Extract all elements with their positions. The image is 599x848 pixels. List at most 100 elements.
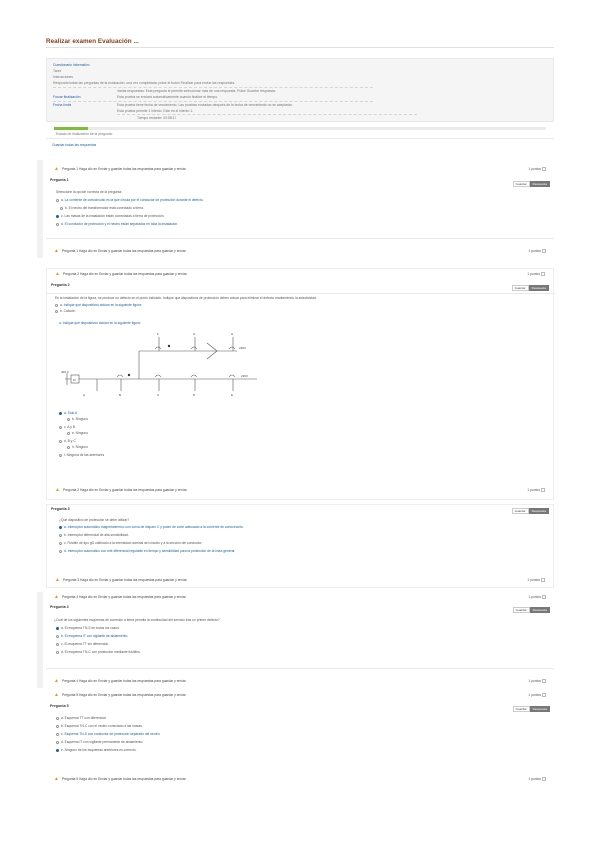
question-gutter xyxy=(37,160,43,258)
radio-button[interactable] xyxy=(59,453,62,457)
radio-button[interactable] xyxy=(67,445,70,449)
radio-button[interactable] xyxy=(59,541,62,545)
answer-option[interactable]: c. El esquema TT sin diferencial. xyxy=(56,642,109,646)
answer-status-button[interactable]: Respuesta xyxy=(528,508,549,514)
answer-option[interactable]: d. Esquema IT con vigilante permanente d… xyxy=(56,740,143,744)
radio-button[interactable] xyxy=(67,431,70,435)
option-label: i. Ninguna de las anteriores xyxy=(64,453,105,457)
answer-status-button[interactable]: Respuesta xyxy=(529,706,550,712)
progress-divider xyxy=(46,138,554,139)
answer-option[interactable]: a. Interruptor automático magnetotérmico… xyxy=(59,525,244,529)
answer-option[interactable]: h. Ninguno xyxy=(67,445,88,449)
answer-option[interactable]: c. Las masas de la instalación están con… xyxy=(56,214,165,218)
radio-button[interactable] xyxy=(56,198,59,202)
radio-button[interactable] xyxy=(56,748,59,752)
points-text: 1 puntos xyxy=(527,578,540,582)
radio-button[interactable] xyxy=(59,411,62,415)
question-divider xyxy=(46,668,554,669)
sub-label: b. Calcule: xyxy=(60,309,76,313)
question-footer: ▲ Pregunta 3 Haga clic en Enviar y guard… xyxy=(51,577,549,585)
save-answer-button[interactable]: Guardar xyxy=(512,607,530,613)
radio-button[interactable] xyxy=(56,642,59,646)
radio-button[interactable] xyxy=(59,439,62,443)
page-box-icon xyxy=(541,488,545,493)
radio-button[interactable] xyxy=(56,732,59,736)
radio-button[interactable] xyxy=(56,626,59,630)
question-footer-text: Pregunta 1 Haga clic en Enviar y guardar… xyxy=(62,249,187,253)
question-footer-text: Pregunta 2 Haga clic en Enviar y guardar… xyxy=(63,488,188,492)
option-label: d. Esquema IT con vigilante permanente d… xyxy=(61,740,144,744)
radio-button[interactable] xyxy=(56,634,59,638)
option-label: c. El esquema TT sin diferencial. xyxy=(61,642,109,646)
answer-option[interactable]: b. El neutro del transformador está cone… xyxy=(60,206,144,210)
circuit-diagram: 400 V 230V 230V A B C D E F G H M xyxy=(61,332,257,397)
question-footer: ▲ Pregunta 2 Haga clic en Enviar y guard… xyxy=(51,487,549,495)
answer-option[interactable]: c. Fusible de tipo gG calibrado a la int… xyxy=(59,541,202,545)
info-task: Tarea xyxy=(53,69,62,73)
answer-option[interactable]: c. Esquema TN-S con conductor de protecc… xyxy=(56,732,160,736)
radio-button[interactable] xyxy=(56,716,59,720)
info-timer: Tiempo restante: 00:58:17 xyxy=(137,116,177,120)
radio-button[interactable] xyxy=(60,206,63,210)
save-answer-button[interactable]: Guardar xyxy=(512,706,530,712)
question-points: 1 puntos xyxy=(528,595,546,600)
question-header: ▲ Pregunta 1 Haga clic en Enviar y guard… xyxy=(50,166,550,174)
answer-option[interactable]: b. El esquema IT con vigilante de aislam… xyxy=(56,634,128,638)
answer-option[interactable]: e. Ninguno xyxy=(67,431,88,435)
question-prompt: Seleccione la opción correcta de la preg… xyxy=(56,190,122,194)
option-label: d. B y C xyxy=(64,439,76,443)
info-divider xyxy=(117,114,417,115)
answer-status-button[interactable]: Respuesta xyxy=(529,607,550,613)
radio-button[interactable] xyxy=(56,650,59,654)
answer-option[interactable]: b. Interruptor diferencial de alta sensi… xyxy=(59,533,129,537)
question-points: 1 puntos xyxy=(528,679,546,684)
question-buttons: Guardar Respuesta xyxy=(512,181,550,187)
radio-button[interactable] xyxy=(56,222,59,226)
radio-button[interactable] xyxy=(59,533,62,537)
option-label: a. La corriente de cortocircuito es la q… xyxy=(61,198,204,202)
radio-button[interactable] xyxy=(55,303,58,307)
answer-option[interactable]: b. Ninguno xyxy=(67,417,88,421)
warning-icon: ▲ xyxy=(54,594,59,600)
option-label: b. Interruptor diferencial de alta sensi… xyxy=(64,533,129,537)
page-box-icon xyxy=(542,693,546,698)
option-label: b. Esquema TN-C con el neutro conectado … xyxy=(61,724,143,728)
radio-button[interactable] xyxy=(56,740,59,744)
radio-button[interactable] xyxy=(56,724,59,728)
page-box-icon xyxy=(541,578,545,583)
answer-option[interactable]: a. El esquema TN-S en todos los casos. xyxy=(56,626,120,630)
answer-option[interactable]: d. El esquema TN-C con protección median… xyxy=(56,650,141,654)
info-due-text: Esta prueba tiene fecha de vencimiento. … xyxy=(117,103,293,107)
answer-option[interactable]: d. Interruptor automático con relé difer… xyxy=(59,549,235,553)
answer-option[interactable]: e. Ninguno de los esquemas anteriores es… xyxy=(56,748,137,752)
radio-button[interactable] xyxy=(59,425,62,429)
page-box-icon xyxy=(541,272,545,277)
question-label: Pregunta 4 xyxy=(50,605,69,609)
save-all-link[interactable]: Guardar todas las respuestas xyxy=(52,143,96,147)
radio-button[interactable] xyxy=(59,549,62,553)
save-answer-button[interactable]: Guardar xyxy=(511,508,529,514)
answer-option[interactable]: c. A y B xyxy=(59,425,75,429)
radio-button[interactable] xyxy=(59,525,62,529)
question-header: ▲ Pregunta 2 Haga clic en Enviar y guard… xyxy=(51,271,549,279)
diagram-label: 230V xyxy=(241,374,248,378)
radio-button[interactable] xyxy=(55,309,58,313)
answer-status-button[interactable]: Respuesta xyxy=(528,285,549,291)
answer-option[interactable]: i. Ninguna de las anteriores xyxy=(59,453,104,457)
question-points: 1 puntos xyxy=(528,777,546,782)
save-answer-button[interactable]: Guardar xyxy=(512,181,530,187)
save-answer-button[interactable]: Guardar xyxy=(511,285,529,291)
answer-option[interactable]: d. B y C xyxy=(59,439,76,443)
answer-option[interactable]: a. Solo A xyxy=(59,411,77,415)
question-header: ▲ Pregunta 4 Haga clic en Enviar y guard… xyxy=(50,594,550,602)
answer-status-button[interactable]: Respuesta xyxy=(529,181,550,187)
question-points: 1 puntos xyxy=(527,578,545,583)
answer-option[interactable]: b. Esquema TN-C con el neutro conectado … xyxy=(56,724,143,728)
answer-option[interactable]: d. El conductor de protección y el neutr… xyxy=(56,222,178,226)
answer-option[interactable]: a. Esquema TT con diferencial. xyxy=(56,716,107,720)
answer-option[interactable]: a. La corriente de cortocircuito es la q… xyxy=(56,198,204,202)
radio-button[interactable] xyxy=(67,417,70,421)
question-4: ▲ Pregunta 4 Haga clic en Enviar y guard… xyxy=(46,592,554,690)
info-due-label: Fecha límite xyxy=(53,103,72,107)
radio-button[interactable] xyxy=(56,214,59,218)
